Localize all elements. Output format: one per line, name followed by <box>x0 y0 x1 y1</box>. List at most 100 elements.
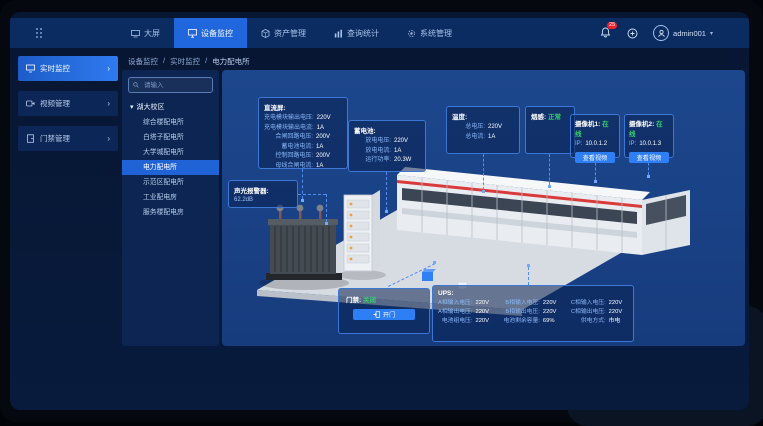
sidebar-item-video-management[interactable]: 视频管理 › <box>18 91 118 116</box>
open-door-button[interactable]: 开门 <box>353 309 415 320</box>
field-value: 1A <box>488 133 514 143</box>
tab-query-statistics[interactable]: 查询统计 <box>320 18 393 48</box>
connector-line <box>326 194 327 222</box>
field-label: 放电电压: <box>354 137 391 147</box>
tree-root-node[interactable]: ▾ 湖大校区 <box>130 102 211 112</box>
chevron-down-icon: ▾ <box>710 30 713 37</box>
camera2-panel: 摄像机2: 在线 IP:10.0.1.3 查看视频 <box>624 114 674 158</box>
tab-label: 大屏 <box>144 28 160 39</box>
screen-icon <box>131 29 140 38</box>
tree-item[interactable]: 大学城配电所 <box>122 145 219 160</box>
tab-label: 设备监控 <box>201 28 233 39</box>
field-label: 电池剩余容量: <box>503 317 539 326</box>
field-label: 充电模块输出电压: <box>264 114 314 124</box>
connector-dot <box>433 261 436 264</box>
alarm-value: 62.2dB <box>234 197 292 203</box>
nav-tabs: 大屏 设备监控 资产管理 查询统计 系统管理 <box>117 18 466 48</box>
status-badge: 正常 <box>548 114 561 121</box>
sidebar-item-realtime-monitoring[interactable]: 实时监控 › <box>18 56 118 81</box>
field-value: 1A <box>316 162 342 172</box>
panel-title: 声光报警器: <box>234 185 292 195</box>
field-label: 放电电流: <box>354 147 391 157</box>
door-open-icon <box>373 311 380 318</box>
user-menu[interactable]: admin001 ▾ <box>653 25 713 41</box>
field-label: 总电压: <box>452 123 485 133</box>
username: admin001 <box>673 29 706 38</box>
battery-panel: 蓄电池: 放电电压:220V 放电电流:1A 运行功率:20.3W <box>348 120 426 172</box>
tab-bigscreen[interactable]: 大屏 <box>117 18 174 48</box>
grid-dots-icon[interactable] <box>36 28 43 39</box>
asset-box-icon <box>261 29 270 38</box>
chevron-right-icon: › <box>107 99 110 108</box>
smoke-detector-panel: 烟感: 正常 <box>525 106 575 154</box>
room-overview-panel: 直流屏: 充电模块输出电压:220V 充电模块输出电流:1A 合闸回路电压:20… <box>222 70 745 346</box>
monitor-icon <box>188 29 197 38</box>
connector-line <box>298 194 326 195</box>
ip-value: 10.0.1.3 <box>639 140 665 149</box>
field-value: 220V <box>609 299 629 308</box>
breadcrumb-separator: / <box>163 56 165 67</box>
left-sidebar: 实时监控 › 视频管理 › 门禁管理 › <box>18 56 118 161</box>
status-badge: 关闭 <box>363 297 376 304</box>
view-video-button[interactable]: 查看视频 <box>629 152 669 163</box>
connector-dot <box>482 190 485 193</box>
connector-line <box>386 172 387 210</box>
sidebar-item-access-control[interactable]: 门禁管理 › <box>18 126 118 151</box>
breadcrumb-item[interactable]: 实时监控 <box>170 56 200 67</box>
avatar <box>653 25 669 41</box>
field-label: 运行功率: <box>354 156 391 166</box>
connector-line <box>528 267 529 285</box>
tab-system-management[interactable]: 系统管理 <box>393 18 466 48</box>
field-value: 220V <box>609 308 629 317</box>
field-label: 控制回路电压: <box>264 152 313 162</box>
tab-asset-management[interactable]: 资产管理 <box>247 18 320 48</box>
field-value: 220V <box>475 299 495 308</box>
ip-value: 10.0.1.2 <box>585 140 611 149</box>
tree-item[interactable]: 服务楼配电房 <box>122 205 219 220</box>
search-icon <box>133 82 139 88</box>
field-value: 1A <box>394 147 420 157</box>
tree-item[interactable]: 示范区配电所 <box>122 175 219 190</box>
field-label: 蓄电池电流: <box>264 143 313 153</box>
panel-title: 门禁: <box>346 297 361 304</box>
sound-light-alarm-panel: 声光报警器: 62.2dB <box>228 180 298 208</box>
search-input[interactable] <box>142 81 208 90</box>
field-value: 220V <box>543 299 563 308</box>
tree-item[interactable]: 综合楼配电所 <box>122 115 219 130</box>
connector-dot <box>325 222 328 225</box>
connector-dot <box>594 180 597 183</box>
field-label: A相输出电压: <box>438 308 472 317</box>
connector-dot <box>385 210 388 213</box>
field-label: 充电模块输出电流: <box>264 124 314 134</box>
connector-line <box>483 154 484 190</box>
notification-badge: 25 <box>607 22 617 29</box>
tab-label: 查询统计 <box>347 28 379 39</box>
tree-item[interactable]: 工业配电房 <box>122 190 219 205</box>
camera1-panel: 摄像机1: 在线 IP:10.0.1.2 查看视频 <box>570 114 620 158</box>
field-value: 69% <box>543 317 563 326</box>
field-label: 母线合闸电流: <box>264 162 313 172</box>
tree-item[interactable]: 白塔子配电所 <box>122 130 219 145</box>
ups-panel: UPS: A相输入电压:220V A相输出电压:220V 电池组电压:220V … <box>432 285 634 342</box>
connector-dot <box>548 185 551 188</box>
tab-label: 资产管理 <box>274 28 306 39</box>
panel-title: 直流屏: <box>264 102 342 112</box>
device-frame: 大屏 设备监控 资产管理 查询统计 系统管理 25 <box>0 0 763 422</box>
field-label: C相输出电压: <box>571 308 606 317</box>
tree-search[interactable] <box>128 77 213 93</box>
field-label: C相输入电压: <box>571 299 606 308</box>
field-label: 供电方式: <box>571 317 606 326</box>
breadcrumb: 设备监控 / 实时监控 / 电力配电所 <box>128 56 250 67</box>
sidebar-item-label: 门禁管理 <box>40 133 70 144</box>
panel-title: 温度: <box>452 111 514 121</box>
panel-title: 摄像机2: <box>629 121 654 128</box>
field-value: 20.3W <box>394 156 420 166</box>
field-value: 220V <box>543 308 563 317</box>
notifications-button[interactable]: 25 <box>600 27 612 39</box>
view-video-button[interactable]: 查看视频 <box>575 152 615 163</box>
field-value: 220V <box>317 114 342 124</box>
breadcrumb-item[interactable]: 设备监控 <box>128 56 158 67</box>
fullscreen-button[interactable] <box>627 28 638 39</box>
tree-item-selected[interactable]: 电力配电所 <box>122 160 219 175</box>
tab-device-monitoring[interactable]: 设备监控 <box>174 18 247 48</box>
